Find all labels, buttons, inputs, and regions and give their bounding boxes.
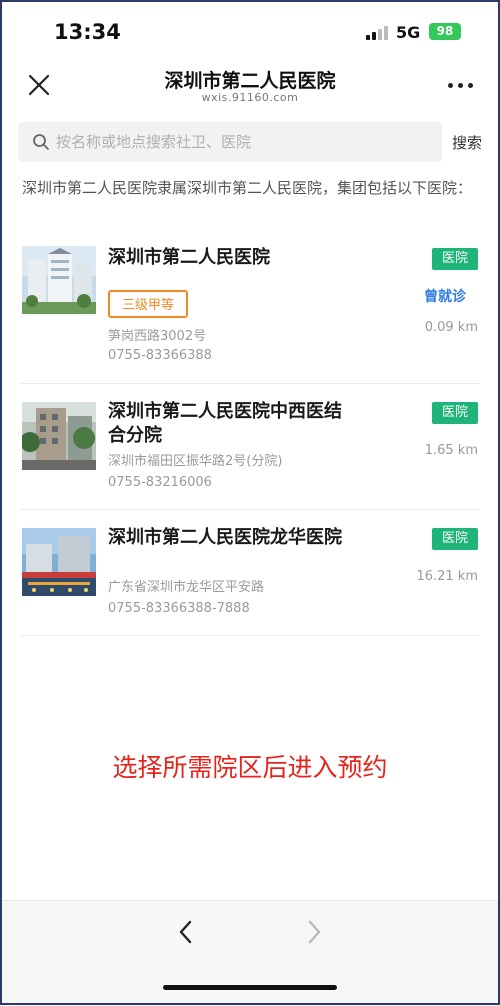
search-input[interactable] xyxy=(56,122,436,162)
status-bar: 13:34 5G 98 xyxy=(0,0,500,62)
hospital-name: 深圳市第二人民医院 xyxy=(108,247,270,268)
hospital-name: 深圳市第二人民医院中西医结合分院 xyxy=(108,401,342,446)
group-intro-text: 深圳市第二人民医院隶属深圳市第二人民医院，集团包括以下医院： xyxy=(22,179,473,197)
hospital-distance: 1.65 km xyxy=(424,443,478,458)
hospital-phone: 0755-83366388-7888 xyxy=(108,601,250,616)
hospital-phone: 0755-83366388 xyxy=(108,348,212,363)
home-indicator xyxy=(163,985,337,990)
hospital-list-item[interactable]: 深圳市第二人民医院 医院 三级甲等 曾就诊 笋岗西路3002号 0.09 km … xyxy=(0,240,500,384)
hospital-address: 笋岗西路3002号 xyxy=(108,329,207,344)
battery-icon: 98 xyxy=(429,23,461,40)
hospital-list-item[interactable]: 深圳市第二人民医院中西医结合分院 医院 深圳市福田区振华路2号(分院) 1.65… xyxy=(0,384,500,510)
search-button[interactable]: 搜索 xyxy=(452,132,482,153)
hospital-photo xyxy=(22,246,96,314)
hospital-level-badge: 三级甲等 xyxy=(108,290,188,318)
visited-link[interactable]: 曾就诊 xyxy=(424,286,466,306)
hospital-list-item[interactable]: 深圳市第二人民医院龙华医院 医院 广东省深圳市龙华区平安路 16.21 km 0… xyxy=(0,510,500,636)
hospital-type-badge: 医院 xyxy=(432,402,478,424)
hospital-type-badge: 医院 xyxy=(432,248,478,270)
hospital-name: 深圳市第二人民医院龙华医院 xyxy=(108,527,342,548)
instruction-note: 选择所需院区后进入预约 xyxy=(112,753,388,782)
hospital-type-badge: 医院 xyxy=(432,528,478,550)
forward-arrow-icon[interactable] xyxy=(302,918,326,946)
hospital-distance: 16.21 km xyxy=(416,569,478,584)
hospital-phone: 0755-83216006 xyxy=(108,475,212,490)
page-url: wxis.91160.com xyxy=(201,91,299,104)
search-bar xyxy=(18,122,442,162)
page-title: 深圳市第二人民医院 xyxy=(164,70,336,92)
hospital-address: 广东省深圳市龙华区平安路 xyxy=(108,580,265,595)
more-options-icon[interactable] xyxy=(444,76,478,94)
nav-header: 深圳市第二人民医院 wxis.91160.com xyxy=(0,62,500,114)
divider xyxy=(20,635,480,636)
search-icon xyxy=(33,134,49,150)
back-arrow-icon[interactable] xyxy=(174,918,198,946)
battery-level: 98 xyxy=(436,24,454,38)
signal-icon xyxy=(366,26,388,40)
hospital-photo xyxy=(22,528,96,596)
hospital-distance: 0.09 km xyxy=(424,320,478,335)
status-time: 13:34 xyxy=(54,20,121,44)
bottom-toolbar xyxy=(0,900,500,1006)
hospital-photo xyxy=(22,402,96,470)
network-label: 5G xyxy=(396,23,421,42)
hospital-address: 深圳市福田区振华路2号(分院) xyxy=(108,454,283,469)
